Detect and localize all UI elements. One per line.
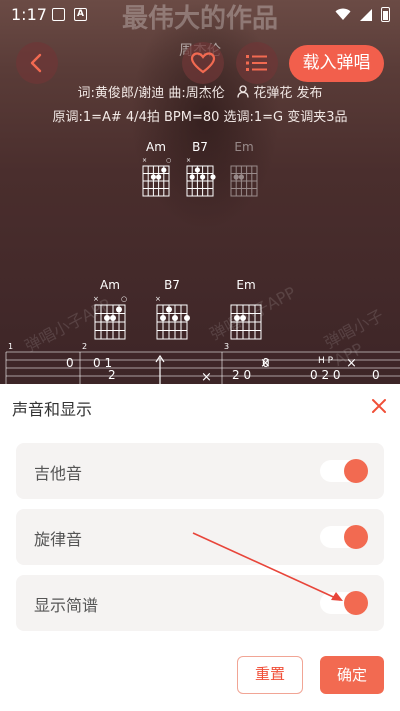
setting-guitar-sound: 吉他音 <box>16 443 384 499</box>
chord-diagram: Am × ○ <box>140 140 172 198</box>
chord-name: B7 <box>164 278 180 292</box>
measure-number: 2 <box>82 342 87 351</box>
toggle-knob <box>344 591 368 615</box>
credits-text: 词:黄俊郎/谢迪 曲:周杰伦 <box>77 86 225 101</box>
load-playalong-button[interactable]: 载入弹唱 <box>289 45 384 82</box>
measure-number: 3 <box>224 342 229 351</box>
melody-sound-toggle[interactable] <box>320 525 368 549</box>
svg-text:×: × <box>186 157 191 164</box>
svg-text:○: ○ <box>121 295 127 303</box>
tab-technique: H P <box>318 356 334 366</box>
song-credits: 词:黄俊郎/谢迪 曲:周杰伦 花弹花 发布 <box>0 82 400 101</box>
song-header: 1:17 A 最伟大的作品 周杰伦 <box>0 0 400 384</box>
chord-diagram: B7 × <box>154 278 190 342</box>
chord-diagram: Em <box>228 140 260 198</box>
confirm-button[interactable]: 确定 <box>320 656 384 694</box>
chord-name: Em <box>236 278 256 292</box>
favorite-button[interactable] <box>182 42 224 84</box>
reset-button[interactable]: 重置 <box>237 656 303 694</box>
close-icon[interactable] <box>369 396 389 416</box>
setting-show-numbered-notation: 显示简谱 <box>16 575 384 631</box>
setting-melody-sound: 旋律音 <box>16 509 384 565</box>
guitar-sound-toggle[interactable] <box>320 459 368 483</box>
toggle-knob <box>344 459 368 483</box>
svg-text:×: × <box>155 295 161 303</box>
key-info: 原调:1=A# 4/4拍 BPM=80 选调:1=G 变调夹3品 <box>52 110 348 125</box>
user-icon <box>237 85 249 98</box>
setting-label: 吉他音 <box>34 464 83 483</box>
tab-note: 2 <box>108 368 116 382</box>
tab-note: 0 <box>66 356 74 370</box>
setting-label: 旋律音 <box>34 530 83 549</box>
svg-text:×: × <box>260 356 271 371</box>
chord-name: B7 <box>192 140 208 154</box>
heart-icon <box>190 52 216 74</box>
tab-note: 0 2 0 <box>310 368 341 382</box>
chord-grid <box>230 165 258 197</box>
setting-label: 显示简谱 <box>34 596 99 615</box>
svg-text:○: ○ <box>166 157 171 164</box>
chord-diagram: B7 × <box>184 140 216 198</box>
measure-number: 1 <box>8 342 13 351</box>
chord-grid: × <box>186 157 216 197</box>
svg-text:×: × <box>201 370 212 384</box>
svg-text:×: × <box>142 157 147 164</box>
song-title: 最伟大的作品 <box>121 4 278 34</box>
publisher-text: 花弹花 发布 <box>253 86 323 101</box>
chord-name: Am <box>146 140 166 154</box>
chevron-left-icon <box>30 53 42 73</box>
toggle-knob <box>344 525 368 549</box>
svg-text:×: × <box>346 356 357 371</box>
chord-grid: × <box>155 295 190 340</box>
chord-name: Am <box>100 278 120 292</box>
tab-note: 0 <box>372 368 380 382</box>
back-button[interactable] <box>16 42 58 84</box>
tab-preview: 1 2 3 0 0 1 2 2 0 0 H P 0 2 0 0 × × × <box>5 342 400 384</box>
numbered-notation-toggle[interactable] <box>320 591 368 615</box>
playlist-button[interactable] <box>236 42 278 84</box>
tab-note: 2 0 <box>232 368 251 382</box>
chord-name: Em <box>234 140 254 154</box>
sheet-title: 声音和显示 <box>12 400 93 419</box>
chord-grid: × ○ <box>142 157 171 197</box>
list-icon <box>246 55 267 71</box>
